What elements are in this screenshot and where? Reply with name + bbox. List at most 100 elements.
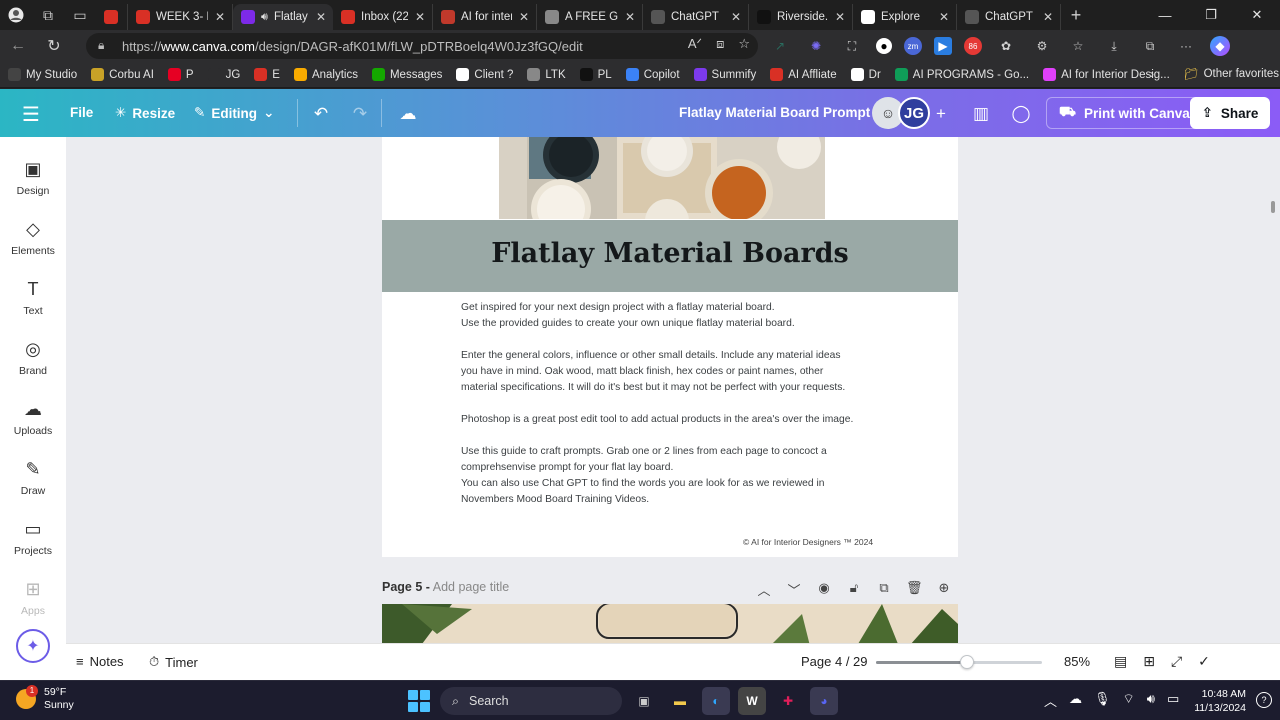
extension-icon[interactable]: ▶ [934, 37, 952, 55]
rail-item-brand[interactable]: ◎ Brand [0, 337, 66, 377]
rail-item-projects[interactable]: ▭ Projects [0, 517, 66, 557]
weather-widget[interactable]: 1 59°F Sunny [16, 685, 74, 712]
magic-sparkle-icon[interactable]: ✦ [16, 629, 50, 663]
zoom-slider-handle[interactable] [960, 655, 975, 669]
share-button[interactable]: ⇪ Share [1190, 97, 1270, 129]
chatgpt-extension-icon[interactable]: ✿ [994, 34, 1018, 58]
close-tab-icon[interactable]: ✕ [518, 10, 530, 24]
close-tab-icon[interactable]: ✕ [624, 10, 636, 24]
delete-page-icon[interactable]: 🗑︎ [906, 580, 923, 599]
page-title-label[interactable]: Page 5 - Add page title [382, 580, 509, 594]
windows-start-icon[interactable] [408, 690, 430, 712]
rail-item-draw[interactable]: ✎ Draw [0, 457, 66, 497]
copyright-text[interactable]: © AI for Interior Designers ™ 2024 [743, 537, 873, 547]
browser-tab[interactable] [96, 4, 128, 30]
favorite-star-icon[interactable]: ☆ [738, 36, 750, 52]
close-tab-icon[interactable]: ✕ [414, 10, 426, 24]
favorite-link[interactable]: Copilot [625, 68, 680, 81]
extension-badge-icon[interactable]: 86 [964, 37, 982, 55]
body-text[interactable]: Get inspired for your next design projec… [461, 300, 891, 524]
close-tab-icon[interactable]: ✕ [1042, 10, 1054, 24]
collections-icon[interactable]: ⧉ [1138, 34, 1162, 58]
favorite-link[interactable]: JG [207, 68, 240, 81]
task-view-icon[interactable]: ▣ [630, 687, 658, 715]
rail-item-text[interactable]: T Text [0, 277, 66, 317]
close-tab-icon[interactable]: ✕ [214, 10, 226, 24]
favorite-link[interactable]: Client ? [456, 68, 513, 81]
screenshot-icon[interactable]: ⛶ [840, 34, 864, 58]
more-menu-icon[interactable]: ··· [1174, 34, 1198, 58]
next-design-page[interactable] [382, 604, 958, 643]
fullscreen-icon[interactable]: ⤢ [1171, 653, 1182, 670]
new-tab-button[interactable]: + [1061, 5, 1091, 26]
favorite-link[interactable]: P [167, 68, 194, 81]
favorite-link[interactable]: E [254, 68, 280, 81]
read-aloud-icon[interactable]: Aᐟ [688, 36, 702, 52]
pages-grid-icon[interactable]: ⊞ [1143, 653, 1155, 670]
downloads-icon[interactable]: ⤓ [1102, 34, 1126, 58]
workspaces-icon[interactable]: ⧉ [32, 0, 64, 30]
add-page-icon[interactable]: ⊕ [936, 580, 952, 599]
discord-icon[interactable]: ◕ [810, 687, 838, 715]
insights-icon[interactable]: ▥ [966, 99, 996, 129]
tab-audio-icon[interactable]: 🔊︎ [261, 11, 268, 24]
rail-item-uploads[interactable]: ☁ Uploads [0, 397, 66, 437]
zoom-slider[interactable] [876, 655, 1042, 669]
copilot-icon[interactable]: ◆ [1210, 36, 1230, 56]
page-indicator[interactable]: Page 4 / 29 [801, 654, 868, 669]
grid-view-icon[interactable]: ▤ [1114, 653, 1127, 670]
design-page[interactable]: Flatlay Material Boards Get inspired for… [382, 137, 958, 557]
comments-icon[interactable]: ◯ [1006, 99, 1036, 129]
browser-tab[interactable]: Riverside.FM ✕ [749, 4, 853, 30]
rail-item-design[interactable]: ▣ Design [0, 157, 66, 197]
favorite-link[interactable]: Analytics [293, 68, 358, 81]
wifi-icon[interactable]: ⌔ [1123, 691, 1135, 710]
volume-icon[interactable]: 🔊︎ [1147, 691, 1155, 710]
duplicate-page-icon[interactable]: ⧉ [876, 580, 892, 599]
title-band[interactable]: Flatlay Material Boards [382, 220, 958, 292]
favorite-link[interactable]: AI Affliate [770, 68, 837, 81]
edge-icon[interactable]: ◐ [702, 687, 730, 715]
redo-icon[interactable]: ↷ [345, 99, 375, 129]
add-collaborator-icon[interactable]: + [926, 99, 956, 129]
lock-icon[interactable]: 🔓︎ [846, 580, 862, 599]
favorite-link[interactable]: PL [579, 68, 612, 81]
app-available-icon[interactable]: ⧈ [716, 36, 724, 52]
tab-actions-icon[interactable]: ▭ [64, 0, 96, 30]
microphone-icon[interactable]: 🎙︎ [1094, 691, 1111, 710]
favorite-link[interactable]: Summify [693, 68, 756, 81]
minimize-icon[interactable]: — [1142, 0, 1188, 30]
browser-tab[interactable]: ChatGPT ✕ [957, 4, 1061, 30]
zoom-extension-icon[interactable]: zm [904, 37, 922, 55]
tray-overflow-icon[interactable]: ︿ [1044, 691, 1057, 710]
browser-tab[interactable]: 🔊︎ Flatlay ✕ [233, 4, 333, 30]
maximize-icon[interactable]: ❐ [1188, 0, 1234, 30]
browser-tab[interactable]: Explore ✕ [853, 4, 957, 30]
close-tab-icon[interactable]: ✕ [938, 10, 950, 24]
browser-tab[interactable]: A FREE Guid ✕ [537, 4, 643, 30]
favorite-link[interactable]: My Studio [8, 68, 77, 81]
close-tab-icon[interactable]: ✕ [834, 10, 846, 24]
page-heading[interactable]: Flatlay Material Boards [382, 238, 958, 269]
undo-icon[interactable]: ↶ [306, 99, 336, 129]
system-clock[interactable]: 10:48 AM 11/13/2024 [1186, 687, 1246, 715]
help-icon[interactable]: ? [1256, 692, 1272, 708]
rail-item-elements[interactable]: ◇ Elements [0, 217, 66, 257]
editing-mode-dropdown[interactable]: ✎ Editing ⌄ [194, 105, 274, 121]
browser-tab[interactable]: Inbox (22,51 ✕ [333, 4, 433, 30]
chevron-up-icon[interactable]: ︿ [756, 580, 772, 599]
slack-icon[interactable]: ✚ [774, 687, 802, 715]
browser-tab[interactable]: ChatGPT ✕ [643, 4, 749, 30]
extension-icon[interactable]: ● [876, 38, 892, 54]
resize-button[interactable]: ✳︎ Resize [115, 105, 175, 121]
reload-icon[interactable]: ↻ [36, 30, 72, 62]
timer-button[interactable]: ⏱︎ Timer [149, 654, 198, 670]
battery-icon[interactable]: ▭ [1167, 691, 1179, 710]
extension-icon[interactable]: ✺ [804, 34, 828, 58]
close-tab-icon[interactable]: ✕ [315, 10, 327, 24]
extensions-icon[interactable]: ⚙ [1030, 34, 1054, 58]
browser-tab[interactable]: AI for interio ✕ [433, 4, 537, 30]
taskbar-search[interactable]: ⌕ Search [440, 687, 622, 715]
other-favorites[interactable]: 📁︎ Other favorites [1184, 67, 1279, 81]
favorite-link[interactable]: Corbu AI [91, 68, 154, 81]
